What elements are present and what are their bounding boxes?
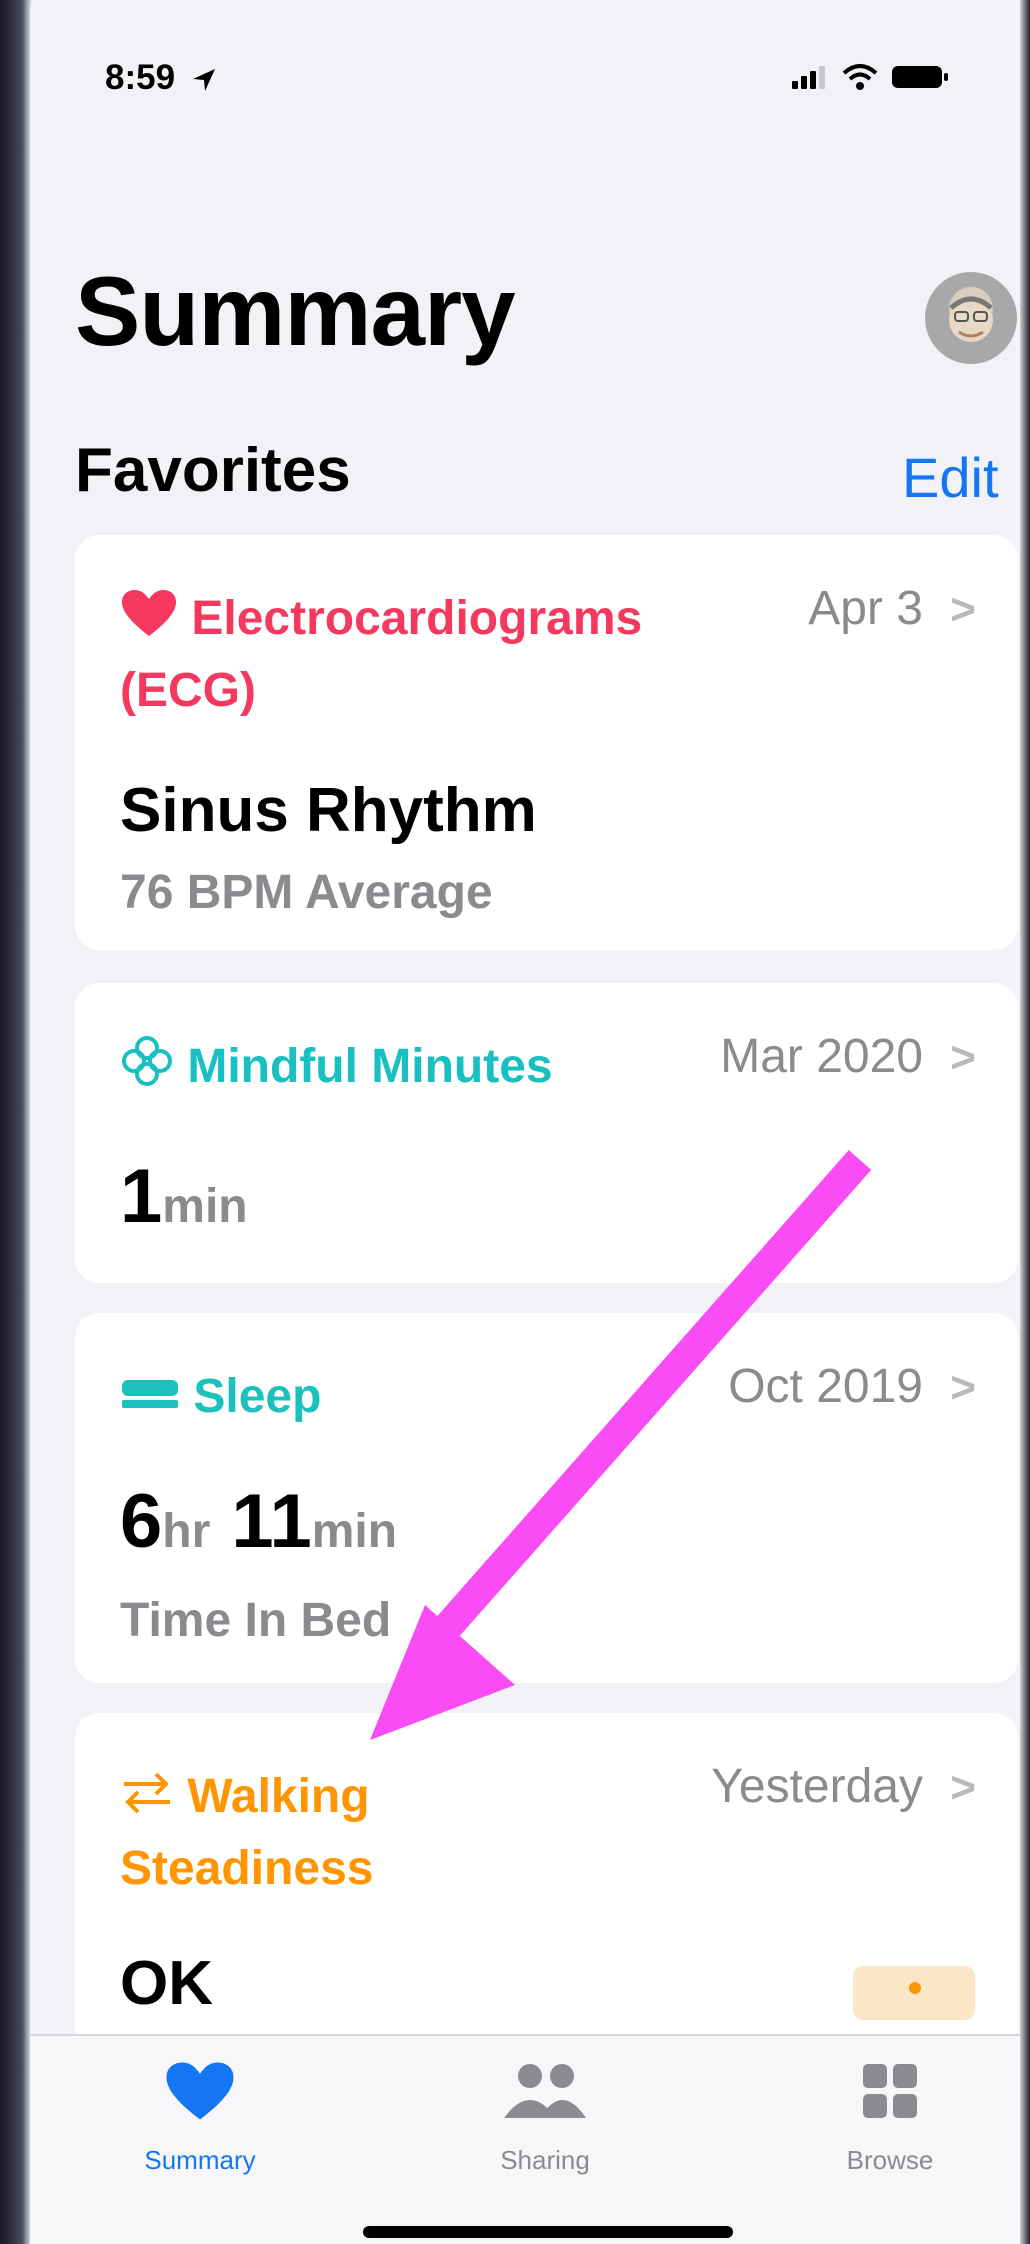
- tab-browse-label: Browse: [846, 2145, 934, 2175]
- heart-icon: [166, 2062, 234, 2120]
- tab-browse[interactable]: Browse: [790, 2060, 990, 2176]
- tab-sharing-label: Sharing: [500, 2145, 590, 2175]
- tab-bar: Summary Sharing Browse: [30, 2034, 1020, 2244]
- tab-summary-label: Summary: [144, 2145, 256, 2175]
- people-icon: [504, 2064, 586, 2118]
- grid-icon: [863, 2064, 917, 2118]
- tab-summary[interactable]: Summary: [100, 2060, 300, 2176]
- home-indicator: [363, 2226, 733, 2238]
- tab-sharing[interactable]: Sharing: [445, 2060, 645, 2176]
- annotation-arrow-icon: [370, 1150, 872, 1740]
